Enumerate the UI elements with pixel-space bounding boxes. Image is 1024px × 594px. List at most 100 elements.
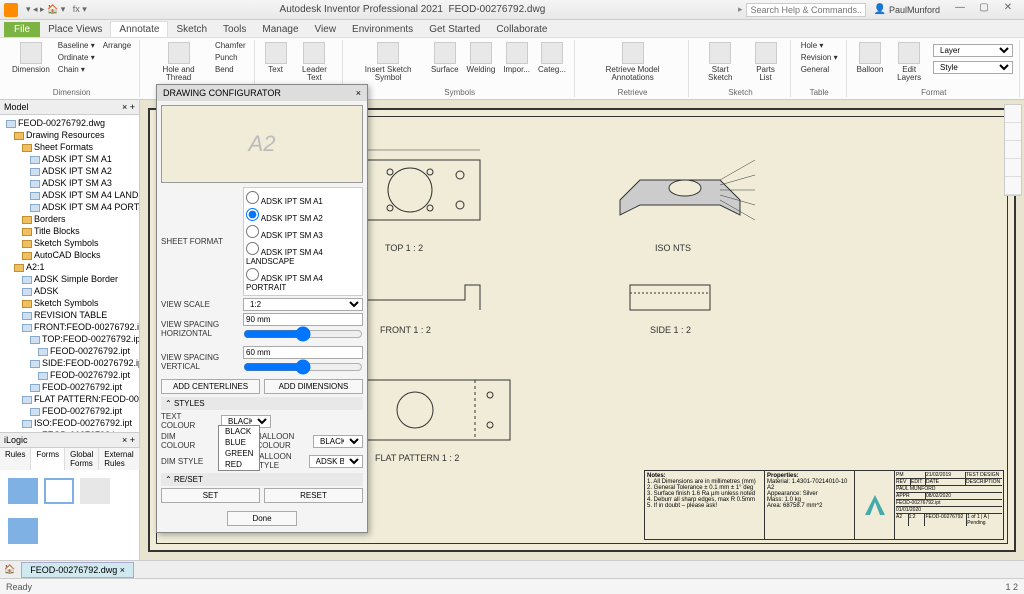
tree-node[interactable]: Sketch Symbols <box>2 237 137 249</box>
file-tab[interactable]: File <box>4 22 40 37</box>
balloon-style-select[interactable]: ADSK B... <box>309 455 363 468</box>
layer-select[interactable]: Layer <box>933 44 1013 57</box>
document-tab[interactable]: FEOD-00276792.dwg × <box>21 562 134 578</box>
tree-node[interactable]: ADSK Simple Border <box>2 273 137 285</box>
dimension-button[interactable]: Dimension <box>10 40 52 76</box>
sheet-format-options[interactable]: ADSK IPT SM A1 ADSK IPT SM A2 ADSK IPT S… <box>243 187 363 296</box>
retrieve-button[interactable]: Retrieve Model Annotations <box>583 40 682 84</box>
doc-tab-home-icon[interactable]: 🏠 <box>4 564 15 575</box>
colour-option-green[interactable]: GREEN <box>219 448 259 459</box>
hole-table-button[interactable]: Hole ▾ <box>799 40 840 51</box>
tree-node[interactable]: ADSK IPT SM A4 PORTRAIT <box>2 201 137 213</box>
look-at-icon[interactable] <box>1005 177 1021 195</box>
text-button[interactable]: Text <box>263 40 289 76</box>
tree-node[interactable]: A2:1 <box>2 261 137 273</box>
logic-tab-forms[interactable]: Forms <box>31 448 65 470</box>
tree-node[interactable]: TOP:FEOD-00276792.ipt <box>2 333 137 345</box>
spacing-h-input[interactable] <box>243 313 363 326</box>
tree-node[interactable]: ADSK IPT SM A1 <box>2 153 137 165</box>
logic-tab-rules[interactable]: Rules <box>0 448 31 470</box>
category-button[interactable]: Categ... <box>536 40 568 76</box>
pan-icon[interactable] <box>1005 141 1021 159</box>
tree-node[interactable]: SIDE:FEOD-00276792.ipt <box>2 357 137 369</box>
add-dimensions-button[interactable]: ADD DIMENSIONS <box>264 379 363 394</box>
tree-node[interactable]: FRONT:FEOD-00276792.ipt <box>2 321 137 333</box>
colour-option-red[interactable]: RED <box>219 459 259 470</box>
tree-node[interactable]: Borders <box>2 213 137 225</box>
surface-button[interactable]: Surface <box>429 40 461 76</box>
tree-node[interactable]: Sheet Formats <box>2 141 137 153</box>
hole-thread-button[interactable]: Hole and Thread <box>148 40 209 84</box>
tab-collaborate[interactable]: Collaborate <box>488 22 555 37</box>
user-name[interactable]: PaulMunford <box>889 5 940 15</box>
baseline-button[interactable]: Baseline ▾ <box>56 40 97 51</box>
maximize-button[interactable]: ▢ <box>972 2 996 18</box>
tab-annotate[interactable]: Annotate <box>110 21 168 37</box>
reset-button[interactable]: RESET <box>264 488 363 503</box>
tree-node[interactable]: Sketch Symbols <box>2 297 137 309</box>
form-shape[interactable] <box>8 478 38 504</box>
leader-text-button[interactable]: Leader Text <box>293 40 337 84</box>
tree-node[interactable]: REVISION TABLE <box>2 309 137 321</box>
ordinate-button[interactable]: Ordinate ▾ <box>56 52 97 63</box>
bend-button[interactable]: Bend <box>213 64 248 75</box>
tab-sketch[interactable]: Sketch <box>168 22 215 37</box>
tree-node[interactable]: ADSK IPT SM A3 <box>2 177 137 189</box>
help-search-input[interactable] <box>746 3 866 17</box>
tree-node[interactable]: ADSK <box>2 285 137 297</box>
model-tree[interactable]: FEOD-00276792.dwgDrawing ResourcesSheet … <box>0 115 139 432</box>
tree-node[interactable]: Drawing Resources <box>2 129 137 141</box>
tree-node[interactable]: ADSK IPT SM A2 <box>2 165 137 177</box>
spacing-v-slider[interactable] <box>243 359 363 375</box>
edit-layers-button[interactable]: Edit Layers <box>889 40 929 84</box>
tree-node[interactable]: FEOD-00276792.ipt <box>2 381 137 393</box>
tab-view[interactable]: View <box>307 22 345 37</box>
done-button[interactable]: Done <box>227 511 297 526</box>
home-view-icon[interactable] <box>1005 105 1021 123</box>
parts-list-button[interactable]: Parts List <box>747 40 783 84</box>
view-scale-select[interactable]: 1:2 <box>243 298 363 311</box>
chamfer-button[interactable]: Chamfer <box>213 40 248 51</box>
colour-option-black[interactable]: BLACK <box>219 426 259 437</box>
ilogic-close-icon[interactable]: × + <box>122 435 135 445</box>
zoom-icon[interactable] <box>1005 159 1021 177</box>
set-button[interactable]: SET <box>161 488 260 503</box>
revision-button[interactable]: Revision ▾ <box>799 52 840 63</box>
tree-node[interactable]: FLAT PATTERN:FEOD-00276792.ipt <box>2 393 137 405</box>
orbit-icon[interactable] <box>1005 123 1021 141</box>
spacing-v-input[interactable] <box>243 346 363 359</box>
user-icon[interactable]: 👤 <box>874 4 886 15</box>
sketch-symbol-button[interactable]: Insert Sketch Symbol <box>351 40 425 84</box>
form-shape[interactable] <box>80 478 110 504</box>
minimize-button[interactable]: — <box>948 2 972 18</box>
form-shape[interactable] <box>44 478 74 504</box>
import-button[interactable]: Impor... <box>501 40 532 76</box>
tab-get-started[interactable]: Get Started <box>421 22 488 37</box>
tab-environments[interactable]: Environments <box>344 22 421 37</box>
tree-node[interactable]: Title Blocks <box>2 225 137 237</box>
tab-tools[interactable]: Tools <box>215 22 254 37</box>
balloon-button[interactable]: Balloon <box>855 40 886 76</box>
text-colour-dropdown[interactable]: BLACK BLUE GREEN RED <box>218 425 260 471</box>
balloon-colour-select[interactable]: BLACK <box>313 435 363 448</box>
add-centerlines-button[interactable]: ADD CENTERLINES <box>161 379 260 394</box>
logic-tab-external[interactable]: External Rules <box>99 448 139 470</box>
chain-button[interactable]: Chain ▾ <box>56 64 97 75</box>
tree-node[interactable]: ISO:FEOD-00276792.ipt <box>2 417 137 429</box>
tree-node[interactable]: ADSK IPT SM A4 LANDSCAPE <box>2 189 137 201</box>
start-sketch-button[interactable]: Start Sketch <box>697 40 743 84</box>
tab-place-views[interactable]: Place Views <box>40 22 110 37</box>
panel-close-icon[interactable]: × + <box>122 102 135 112</box>
colour-option-blue[interactable]: BLUE <box>219 437 259 448</box>
logic-tab-global[interactable]: Global Forms <box>65 448 99 470</box>
tree-node[interactable]: FEOD-00276792.ipt <box>2 345 137 357</box>
general-button[interactable]: General <box>799 64 840 75</box>
tree-node[interactable]: FEOD-00276792.dwg <box>2 117 137 129</box>
form-shape[interactable] <box>8 518 38 544</box>
tree-node[interactable]: FEOD-00276792.ipt <box>2 369 137 381</box>
arrange-button[interactable]: Arrange <box>101 40 133 51</box>
qat[interactable]: ▾ ◂ ▸ 🏠 ▾ fx ▾ <box>26 4 87 15</box>
tab-manage[interactable]: Manage <box>254 22 306 37</box>
style-select[interactable]: Style <box>933 61 1013 74</box>
dialog-close-icon[interactable]: × <box>356 88 361 98</box>
